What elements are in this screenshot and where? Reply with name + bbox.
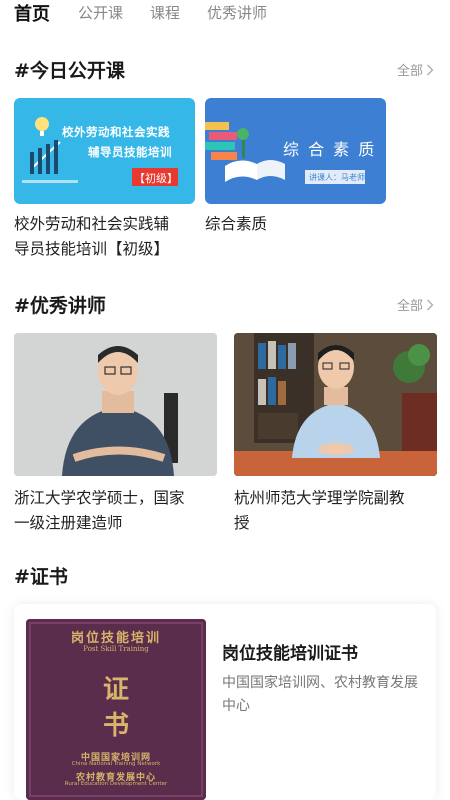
certificate-cover-org1-en: China National Training Network	[71, 761, 161, 767]
teacher-portrait-1	[14, 333, 217, 476]
chevron-right-icon	[427, 299, 434, 310]
certificate-cover-header: 岗位技能培训	[70, 631, 161, 646]
teacher-description-1-line2: 一级注册建造师	[14, 514, 123, 532]
course-thumbnail-1[interactable]: 校外劳动和社会实践 辅导员技能培训 【初级】	[14, 98, 195, 204]
chevron-right-icon	[427, 64, 434, 75]
certificate-card[interactable]: 岗位技能培训 Post Skill Training 证 书 中国国家培训网 C…	[14, 604, 436, 800]
tab-home[interactable]: 首页	[14, 0, 50, 26]
course-thumbnail-2[interactable]: 综 合 素 质 讲课人：马老师	[205, 98, 386, 204]
teacher-description-1-line1: 浙江大学农学硕士，国家	[14, 489, 185, 507]
tab-courses[interactable]: 课程	[150, 2, 180, 23]
teacher-description-2-line2: 授	[234, 514, 250, 532]
course-thumb-title-2: 综 合 素 质	[283, 140, 377, 159]
section-title-certificate: #证书	[14, 566, 68, 588]
top-tab-bar: 首页 公开课 课程 优秀讲师	[0, 0, 450, 30]
course-title-2-line1: 综合素质	[205, 215, 268, 233]
course-thumb-title-line2: 辅导员技能培训	[88, 145, 172, 159]
see-all-teachers-link[interactable]: 全部	[397, 295, 434, 314]
certificate-cover-char2: 书	[102, 711, 129, 741]
teacher-description-2-line1: 杭州师范大学理学院副教	[234, 489, 405, 507]
section-title-teachers: #优秀讲师	[14, 295, 106, 317]
certificate-cover-char1: 证	[102, 675, 129, 705]
teacher-photo-2[interactable]	[234, 333, 437, 476]
teacher-portrait-2	[234, 333, 437, 476]
certificate-cover-header-en: Post Skill Training	[83, 645, 149, 653]
certificate-cover-image: 岗位技能培训 Post Skill Training 证 书 中国国家培训网 C…	[26, 619, 206, 800]
tab-open-courses[interactable]: 公开课	[78, 2, 123, 23]
see-all-today-link[interactable]: 全部	[397, 60, 434, 79]
course-title-1-line1: 校外劳动和社会实践辅	[14, 215, 170, 233]
course-title-1[interactable]: 校外劳动和社会实践辅 导员技能培训【初级】	[14, 212, 169, 262]
certificate-title: 岗位技能培训证书	[222, 644, 358, 664]
teacher-photo-1[interactable]	[14, 333, 217, 476]
course-title-1-line2: 导员技能培训【初级】	[14, 240, 170, 258]
certificate-issuer: 中国国家培训网、农村教育发展中心	[222, 675, 418, 714]
see-all-label: 全部	[396, 64, 423, 79]
course-thumb-lecturer: 讲课人：马老师	[309, 173, 365, 182]
tab-top-teachers[interactable]: 优秀讲师	[207, 2, 267, 23]
see-all-label: 全部	[396, 299, 423, 314]
teacher-description-1[interactable]: 浙江大学农学硕士，国家 一级注册建造师	[14, 486, 185, 536]
course-thumb-title-line1: 校外劳动和社会实践	[62, 125, 170, 139]
course-thumb-badge: 【初级】	[134, 172, 178, 185]
teacher-description-2[interactable]: 杭州师范大学理学院副教 授	[234, 486, 405, 536]
section-title-today: #今日公开课	[14, 60, 125, 82]
course-title-2[interactable]: 综合素质	[205, 212, 267, 237]
certificate-cover-org2-en: Rural Education Development Center	[64, 781, 168, 787]
